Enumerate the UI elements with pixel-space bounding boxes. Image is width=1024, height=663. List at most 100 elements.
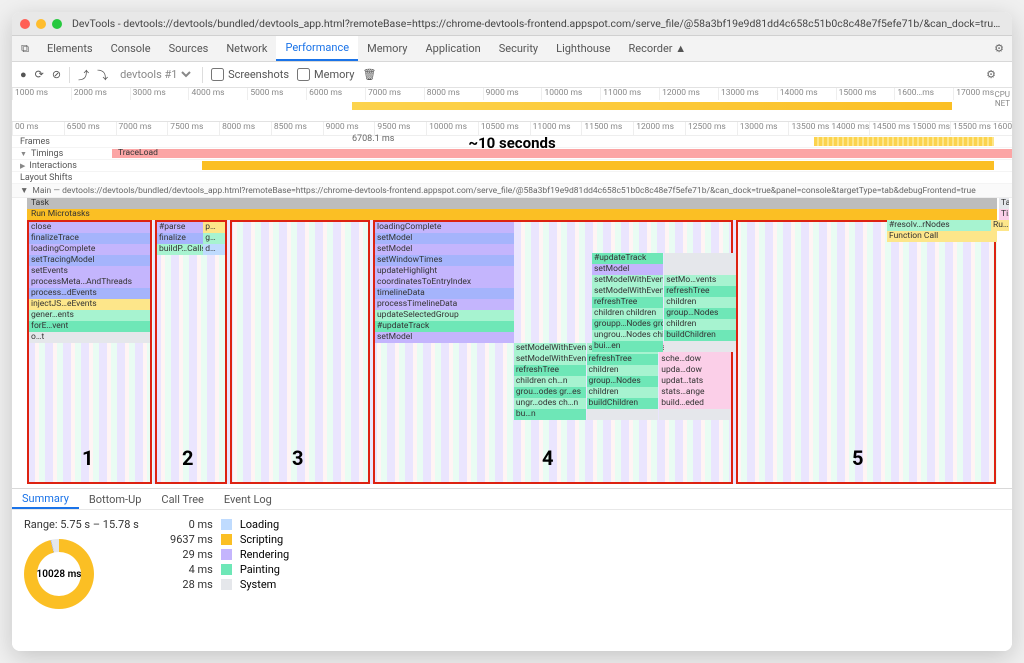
reload-icon[interactable]: ⟳ — [35, 68, 44, 81]
flame-frame[interactable]: #resolv…rNodes — [887, 220, 997, 231]
flame-frame[interactable]: Function Call — [887, 231, 997, 242]
flame-frame[interactable]: updateSelectedGroup — [375, 310, 514, 321]
flame-frame[interactable]: process…dEvents — [29, 288, 150, 299]
flame-frame[interactable]: close — [29, 222, 150, 233]
flame-frame[interactable]: bu…n — [514, 409, 586, 420]
flame-frame[interactable]: grou…odes gr…es — [514, 387, 586, 398]
flame-frame[interactable]: children ch…n — [514, 376, 586, 387]
flame-frame[interactable]: gener…ents — [29, 310, 150, 321]
details-tab-summary[interactable]: Summary — [12, 489, 79, 509]
flame-frame[interactable]: setModelWithEvents — [514, 343, 586, 354]
flame-frame[interactable]: setEvents — [29, 266, 150, 277]
toolbar-settings-icon[interactable]: ⚙ — [986, 68, 996, 81]
flame-frame[interactable]: group…Nodes — [587, 376, 659, 387]
profile-select[interactable]: devtools #1 — [116, 67, 194, 82]
tab-console[interactable]: Console — [102, 36, 160, 61]
tab-security[interactable]: Security — [490, 36, 547, 61]
flame-run-microtasks[interactable]: Run Microtasks — [27, 209, 997, 220]
flame-frame[interactable]: #parse — [157, 222, 203, 233]
flame-frame[interactable]: stats…ange — [659, 387, 731, 398]
tab-elements[interactable]: Elements — [38, 36, 102, 61]
flame-frame[interactable]: processTimelineData — [375, 299, 514, 310]
memory-checkbox[interactable]: Memory — [297, 68, 354, 81]
flame-frame[interactable]: buildChildren — [587, 398, 659, 409]
flame-frame[interactable] — [587, 409, 659, 420]
flame-frame[interactable] — [664, 253, 735, 264]
flame-frame[interactable]: children — [587, 365, 659, 376]
tab-performance[interactable]: Performance — [276, 36, 358, 61]
close-icon[interactable] — [20, 19, 30, 29]
time-ruler[interactable]: 00 ms6500 ms7000 ms7500 ms8000 ms8500 ms… — [12, 122, 1012, 136]
flame-frame[interactable]: setModelWithEvents — [514, 354, 586, 365]
screenshots-input[interactable] — [211, 68, 224, 81]
screenshots-checkbox[interactable]: Screenshots — [211, 68, 289, 81]
flame-task[interactable]: Task — [27, 198, 997, 209]
flame-task-right[interactable]: Task Ti…ed — [999, 198, 1009, 220]
flame-frame[interactable]: setModel — [375, 233, 514, 244]
flame-frame[interactable]: loadingComplete — [375, 222, 514, 233]
flame-frame[interactable]: buildChildren — [664, 330, 735, 341]
overview-minimap[interactable]: 1000 ms2000 ms3000 ms4000 ms5000 ms6000 … — [12, 88, 1012, 122]
tab-memory[interactable]: Memory — [358, 36, 416, 61]
tab-lighthouse[interactable]: Lighthouse — [547, 36, 619, 61]
flame-frame[interactable]: bui…en — [592, 341, 663, 352]
details-tab-event-log[interactable]: Event Log — [214, 489, 282, 509]
flame-frame[interactable]: o…t — [29, 332, 150, 343]
minimize-icon[interactable] — [36, 19, 46, 29]
flame-frame[interactable]: ungrou…Nodes children — [592, 330, 663, 341]
chevron-down-icon[interactable]: ▼ — [20, 150, 27, 158]
main-thread-header[interactable]: ▼ Main — devtools://devtools/bundled/dev… — [12, 184, 1012, 198]
tab-application[interactable]: Application — [416, 36, 489, 61]
flame-frame[interactable]: refreshTree — [587, 354, 659, 365]
flame-frame[interactable]: finalizeTrace — [29, 233, 150, 244]
flame-frame[interactable]: ungr…odes ch…n — [514, 398, 586, 409]
flame-frame[interactable]: setModelWithEvents — [592, 275, 663, 286]
flame-frame[interactable]: children — [587, 387, 659, 398]
flame-frame[interactable]: buildP…Calls — [157, 244, 203, 255]
flame-frame[interactable]: setModel — [375, 244, 514, 255]
timings-track[interactable]: ▼Timings TraceLoad — [12, 148, 1012, 160]
tab-sources[interactable]: Sources — [160, 36, 218, 61]
flame-frame[interactable]: g… — [203, 233, 225, 244]
flame-frame[interactable]: loadingComplete — [29, 244, 150, 255]
flame-frame[interactable]: refreshTree — [514, 365, 586, 376]
flame-frame[interactable]: setModelWithEvents — [592, 286, 663, 297]
flame-frame[interactable]: refreshTree — [592, 297, 663, 308]
details-tab-call-tree[interactable]: Call Tree — [151, 489, 213, 509]
flame-frame[interactable]: setModel — [375, 332, 514, 343]
flame-frame[interactable]: forE…vent — [29, 321, 150, 332]
memory-input[interactable] — [297, 68, 310, 81]
flame-frame[interactable]: children children — [592, 308, 663, 319]
chevron-down-icon[interactable]: ▼ — [20, 185, 28, 196]
tab-recorder-[interactable]: Recorder ▲ — [619, 36, 695, 61]
flame-frame[interactable] — [659, 409, 731, 420]
clear-icon[interactable]: ⊘ — [52, 68, 61, 81]
upload-icon[interactable]: ⤴ — [78, 67, 89, 83]
flame-frame[interactable]: p… — [203, 222, 225, 233]
flame-frame[interactable]: setWindowTimes — [375, 255, 514, 266]
flame-frame[interactable]: coordinatesToEntryIndex — [375, 277, 514, 288]
flame-frame[interactable]: finalize — [157, 233, 203, 244]
flame-frame[interactable]: updat…tats — [659, 376, 731, 387]
interactions-track[interactable]: ▶Interactions — [12, 160, 1012, 172]
inspect-icon[interactable]: ⧉ — [12, 42, 38, 56]
flame-frame[interactable]: groupp…Nodes gro…es — [592, 319, 663, 330]
flame-frame[interactable]: Ru…ks — [991, 220, 1009, 231]
flame-frame[interactable] — [664, 341, 735, 352]
trash-icon[interactable]: 🗑 — [362, 68, 376, 81]
tab-network[interactable]: Network — [217, 36, 276, 61]
chevron-right-icon[interactable]: ▶ — [20, 162, 25, 170]
flame-frame[interactable]: sche…dow — [659, 354, 731, 365]
flame-frame[interactable]: setMo…vents — [664, 275, 735, 286]
download-icon[interactable]: ⤵ — [97, 67, 108, 83]
flame-frame[interactable]: group…Nodes — [664, 308, 735, 319]
flame-frame[interactable]: upda…dow — [659, 365, 731, 376]
frames-track[interactable]: Frames — [12, 136, 1012, 148]
flame-frame[interactable]: refreshTree — [664, 286, 735, 297]
layout-shifts-track[interactable]: Layout Shifts — [12, 172, 1012, 184]
flame-frame[interactable]: setTracingModel — [29, 255, 150, 266]
settings-icon[interactable]: ⚙ — [994, 42, 1004, 55]
flame-frame[interactable]: children — [664, 297, 735, 308]
flame-frame[interactable]: d… — [203, 244, 225, 255]
flame-frame[interactable]: children — [664, 319, 735, 330]
